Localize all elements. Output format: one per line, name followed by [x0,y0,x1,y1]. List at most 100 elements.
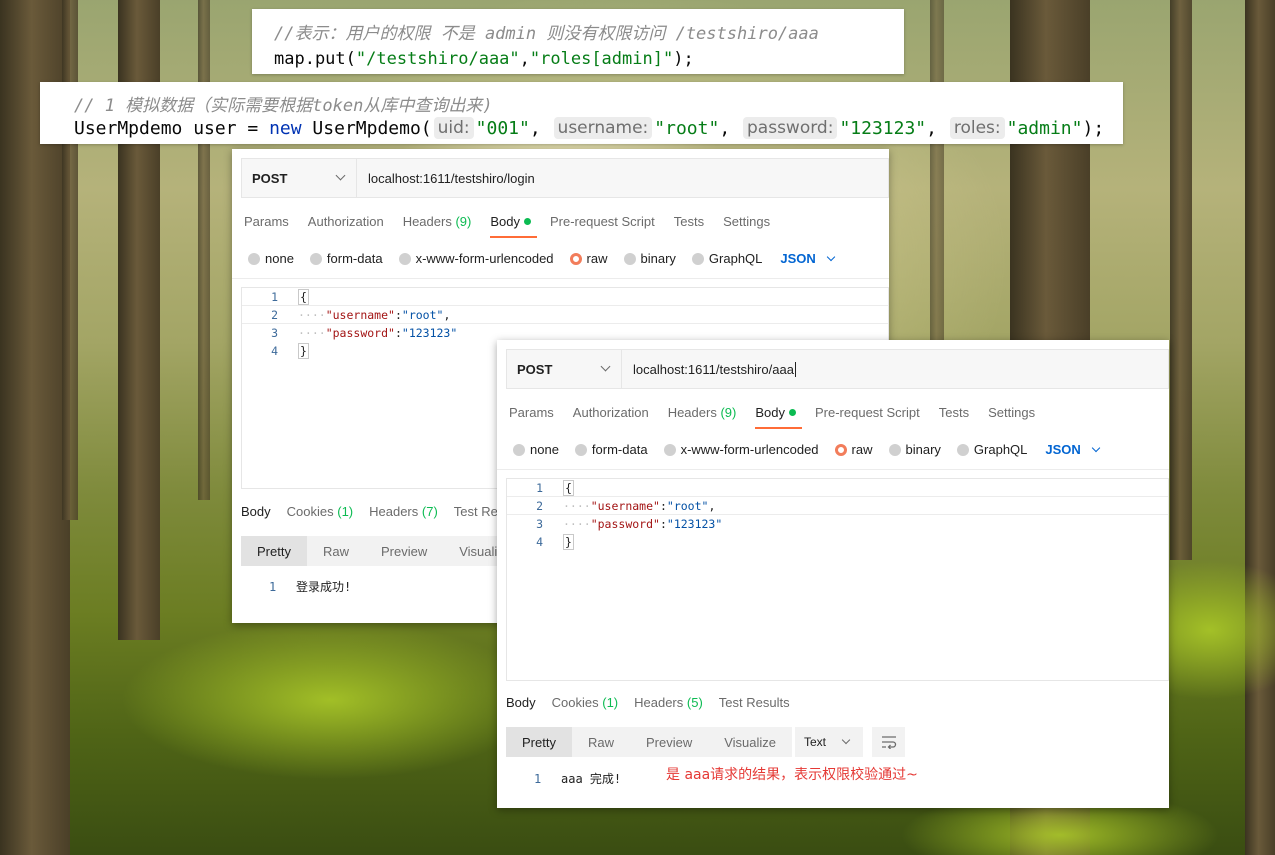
chevron-down-icon [600,361,611,372]
format-label: JSON [780,251,816,266]
radio-none[interactable]: none [248,251,294,266]
tab-response-body[interactable]: Body [506,695,536,710]
tab-headers[interactable]: Headers (9) [668,405,737,426]
url-input[interactable]: localhost:1611/testshiro/aaa [622,350,1168,388]
radio-urlencoded[interactable]: x-www-form-urlencoded [398,251,554,266]
method-select[interactable]: POST [242,159,357,197]
active-dot-icon [788,409,796,416]
radio-label: form-data [591,442,648,457]
tab-label: Headers [402,214,452,229]
tab-label: Headers [667,405,717,420]
tab-test-results[interactable]: Test Results [719,695,790,710]
wrap-lines-button[interactable] [872,727,905,757]
json-key: "password" [325,326,395,340]
line-number: 3 [536,517,543,531]
code-token: ); [1082,117,1105,139]
editor-line: 2 ····"username":"root", [242,306,888,324]
radio-label: raw [851,442,873,457]
tab-body[interactable]: Body [755,405,802,429]
tab-authorization[interactable]: Authorization [573,405,649,426]
chevron-down-icon [335,170,346,181]
tab-headers[interactable]: Headers (9) [403,214,472,235]
view-preview[interactable]: Preview [630,727,708,757]
view-pretty[interactable]: Pretty [506,727,572,757]
radio-icon [663,443,676,456]
method-select[interactable]: POST [507,350,622,388]
radio-label: form-data [326,251,383,266]
radio-label: GraphQL [973,442,1028,457]
url-input[interactable]: localhost:1611/testshiro/login [357,159,888,197]
count-badge: (9) [455,214,472,229]
line-number: 4 [271,344,278,358]
active-dot-icon [523,218,531,225]
url-text: localhost:1611/testshiro/aaa [633,361,794,377]
line-number: 1 [536,480,543,495]
view-raw[interactable]: Raw [307,536,365,566]
json-comma: , [443,307,451,322]
code-token: , [926,117,948,139]
radio-label: x-www-form-urlencoded [415,251,554,266]
method-label: POST [517,361,553,377]
tab-tests[interactable]: Tests [939,405,969,426]
radio-none[interactable]: none [513,442,559,457]
tab-params[interactable]: Params [509,405,554,426]
view-pretty[interactable]: Pretty [241,536,307,566]
radio-selected-icon [569,252,582,265]
tab-tests[interactable]: Tests [674,214,704,235]
body-editor[interactable]: 1{ 2 ····"username":"root", 3 ····"passwor… [506,478,1169,681]
code-token: , [719,117,741,139]
radio-raw[interactable]: raw [569,251,608,266]
radio-label: binary [905,442,941,457]
tab-settings[interactable]: Settings [723,214,770,235]
json-key: "username" [590,498,660,513]
radio-graphql[interactable]: GraphQL [691,251,762,266]
radio-form-data[interactable]: form-data [309,251,383,266]
editor-line: 3 ····"password":"123123" [507,515,1168,533]
json-key: "username" [325,307,395,322]
view-raw[interactable]: Raw [572,727,630,757]
radio-urlencoded[interactable]: x-www-form-urlencoded [663,442,819,457]
response-view-modes: Pretty Raw Preview Visualize [506,727,793,757]
radio-raw[interactable]: raw [834,442,873,457]
json-colon: : [394,307,402,322]
chevron-down-icon [826,252,836,262]
response-format-select[interactable]: Text [795,727,863,757]
tab-settings[interactable]: Settings [988,405,1035,426]
tab-response-headers[interactable]: Headers (7) [369,504,438,519]
radio-icon [888,443,901,456]
tab-prerequest-script[interactable]: Pre-request Script [815,405,920,426]
tab-response-cookies[interactable]: Cookies (1) [552,695,618,710]
tab-prerequest-script[interactable]: Pre-request Script [550,214,655,235]
radio-label: x-www-form-urlencoded [680,442,819,457]
radio-binary[interactable]: binary [888,442,941,457]
tree-trunk [62,0,78,520]
json-key: "password" [590,517,660,531]
tab-response-headers[interactable]: Headers (5) [634,695,703,710]
radio-form-data[interactable]: form-data [574,442,648,457]
tab-authorization[interactable]: Authorization [308,214,384,235]
radio-graphql[interactable]: GraphQL [956,442,1028,457]
tab-label: Body [755,405,785,420]
editor-line: 1{ [242,288,888,306]
tab-body[interactable]: Body [490,214,537,238]
code-brace: } [563,534,574,550]
json-value: "root" [666,498,709,513]
view-visualize[interactable]: Visualize [708,727,792,757]
tab-params[interactable]: Params [244,214,289,235]
response-body: 1 登录成功! [269,578,351,595]
format-select[interactable]: JSON [1045,442,1101,457]
json-colon: : [394,326,402,340]
radio-icon [513,443,525,456]
tab-response-body[interactable]: Body [241,504,271,519]
count-badge: (5) [686,695,703,710]
tree-trunk [198,0,210,500]
indent-dots: ···· [563,498,591,513]
format-select[interactable]: JSON [780,251,836,266]
tab-response-cookies[interactable]: Cookies (1) [287,504,353,519]
count-badge: (7) [421,504,438,519]
view-preview[interactable]: Preview [365,536,443,566]
json-colon: : [659,517,667,531]
radio-binary[interactable]: binary [623,251,676,266]
tab-label: Cookies [286,504,334,519]
code-token: map.put( [274,49,356,69]
